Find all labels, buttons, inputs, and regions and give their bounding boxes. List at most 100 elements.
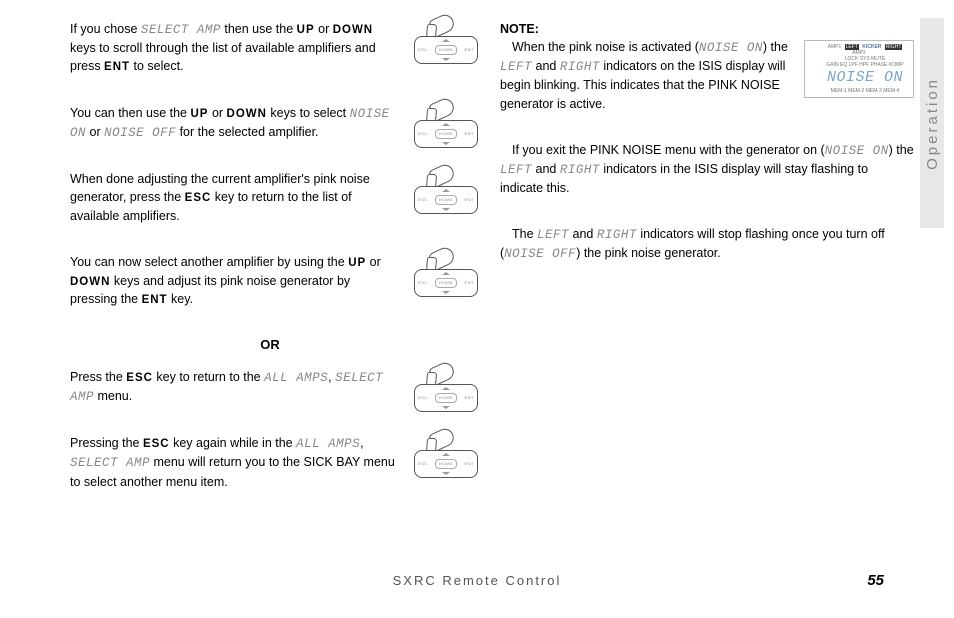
hand-icon (427, 162, 456, 188)
text: or (366, 255, 381, 269)
up-arrow-icon (442, 39, 450, 42)
pad-home: HOME (435, 393, 457, 403)
down-arrow-icon (442, 208, 450, 211)
seg-select-amp: SELECT AMP (141, 23, 221, 37)
hand-icon (427, 245, 456, 271)
text: , (360, 436, 363, 450)
pad-ent: ENT (464, 461, 474, 467)
pad-icon: ESC HOME ENT (414, 450, 478, 478)
right-column: NOTE: AMP1 LEFT KICKER RIGHT AMP2 LOCK S… (500, 20, 914, 540)
pad-home: HOME (435, 129, 457, 139)
display-row1: AMP1 LEFT KICKER RIGHT AMP2 (809, 44, 909, 56)
disp-gain: GAIN (826, 62, 838, 68)
text: key to return to the (153, 370, 264, 384)
disp-mem4: MEM-4 (883, 88, 899, 94)
disp-phase: PHASE (871, 62, 888, 68)
text: or (208, 106, 226, 120)
seg-all-amps: ALL AMPS (296, 437, 360, 451)
page-number: 55 (867, 572, 884, 589)
key-ent: ENT (104, 61, 130, 73)
disp-right: RIGHT (885, 44, 903, 50)
footer-model: SXRC Remote Control (393, 573, 562, 588)
section-tab-label: Operation (924, 77, 941, 170)
seg-noise-off: NOISE OFF (504, 247, 576, 261)
disp-mem1: MEM-1 (831, 88, 847, 94)
pad-home: HOME (435, 45, 457, 55)
disp-eq: EQ (840, 62, 847, 68)
text: key again while in the (170, 436, 296, 450)
text: for the selected amplifier. (176, 125, 318, 139)
seg-left: LEFT (537, 228, 569, 242)
pad-icon: ESC HOME ENT (414, 384, 478, 412)
up-arrow-icon (442, 123, 450, 126)
text: You can now select another amplifier by … (70, 255, 348, 269)
pad-esc: ESC (418, 395, 428, 401)
text: then use the (221, 22, 297, 36)
pad-home: HOME (435, 459, 457, 469)
paragraph-5: Press the ESC key to return to the ALL A… (70, 368, 470, 406)
text: and (532, 59, 560, 73)
key-esc: ESC (185, 192, 212, 204)
keypad-icon: ESC HOME ENT (410, 247, 480, 299)
text: If you chose (70, 22, 141, 36)
key-down: DOWN (227, 108, 267, 120)
seg-left: LEFT (500, 60, 532, 74)
pad-esc: ESC (418, 280, 428, 286)
pad-icon: ESC HOME ENT (414, 269, 478, 297)
up-arrow-icon (442, 272, 450, 275)
pad-ent: ENT (464, 47, 474, 53)
paragraph-6: Pressing the ESC key again while in the … (70, 434, 470, 490)
text: If you exit the PINK NOISE menu with the… (512, 143, 825, 157)
display-row3: GAIN EQ LPF HPF PHASE KOMP (809, 62, 909, 68)
text: Press the (70, 370, 126, 384)
pad-ent: ENT (464, 395, 474, 401)
disp-amp1: AMP1 (828, 44, 842, 50)
left-column: If you chose SELECT AMP then use the UP … (70, 20, 470, 540)
key-up: UP (348, 257, 366, 269)
pad-home: HOME (435, 278, 457, 288)
paragraph-1: If you chose SELECT AMP then use the UP … (70, 20, 470, 76)
pad-ent: ENT (464, 131, 474, 137)
pad-icon: ESC HOME ENT (414, 36, 478, 64)
keypad-icon: ESC HOME ENT (410, 14, 480, 66)
text: ) the (763, 40, 788, 54)
key-esc: ESC (143, 438, 170, 450)
down-arrow-icon (442, 472, 450, 475)
paragraph-4: You can now select another amplifier by … (70, 253, 470, 309)
footer: SXRC Remote Control 55 (0, 573, 954, 588)
seg-left: LEFT (500, 163, 532, 177)
pad-esc: ESC (418, 461, 428, 467)
seg-noise-off: NOISE OFF (104, 126, 176, 140)
seg-right: RIGHT (597, 228, 637, 242)
note-paragraph-1: AMP1 LEFT KICKER RIGHT AMP2 LOCK SYS MUT… (500, 38, 914, 113)
disp-mem2: MEM-2 (848, 88, 864, 94)
seg-right: RIGHT (560, 60, 600, 74)
text: keys to select (267, 106, 350, 120)
keypad-icon: ESC HOME ENT (410, 164, 480, 216)
up-arrow-icon (442, 387, 450, 390)
seg-right: RIGHT (560, 163, 600, 177)
page-content: If you chose SELECT AMP then use the UP … (70, 20, 914, 540)
text: and (532, 162, 560, 176)
text: When the pink noise is activated ( (512, 40, 699, 54)
text: ) the pink noise generator. (576, 246, 721, 260)
down-arrow-icon (442, 406, 450, 409)
hand-icon (427, 96, 456, 122)
key-esc: ESC (126, 372, 153, 384)
pad-esc: ESC (418, 131, 428, 137)
key-down: DOWN (333, 24, 373, 36)
pad-esc: ESC (418, 47, 428, 53)
isis-display-panel: AMP1 LEFT KICKER RIGHT AMP2 LOCK SYS MUT… (804, 40, 914, 98)
pad-ent: ENT (464, 197, 474, 203)
display-row4: MEM-1 MEM-2 MEM-3 MEM-4 (809, 88, 909, 94)
or-divider: OR (70, 337, 470, 352)
down-arrow-icon (442, 291, 450, 294)
up-arrow-icon (442, 189, 450, 192)
section-tab: Operation (920, 18, 944, 228)
keypad-icon: ESC HOME ENT (410, 428, 480, 480)
key-down: DOWN (70, 276, 110, 288)
text: to select. (130, 59, 184, 73)
text: menu. (94, 389, 132, 403)
seg-select-amp: SELECT AMP (70, 456, 150, 470)
text: You can then use the (70, 106, 190, 120)
